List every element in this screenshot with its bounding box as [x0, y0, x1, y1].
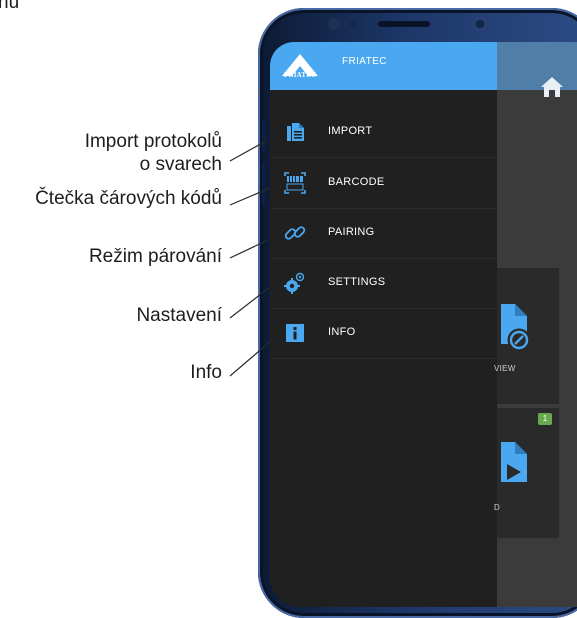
- annotation-import-line1: Import protokolů: [84, 131, 222, 152]
- annotation-leader-lines: [229, 140, 273, 377]
- annotation-info: Info: [190, 362, 222, 383]
- annotation-settings: Nastavení: [136, 305, 222, 326]
- annotation-import: Import protokolů o svarech: [85, 130, 222, 176]
- annotation-import-line2: o svarech: [139, 154, 222, 175]
- annotation-barcode: Čtečka čárových kódů: [35, 188, 222, 209]
- annotation-pairing: Režim párování: [88, 246, 222, 267]
